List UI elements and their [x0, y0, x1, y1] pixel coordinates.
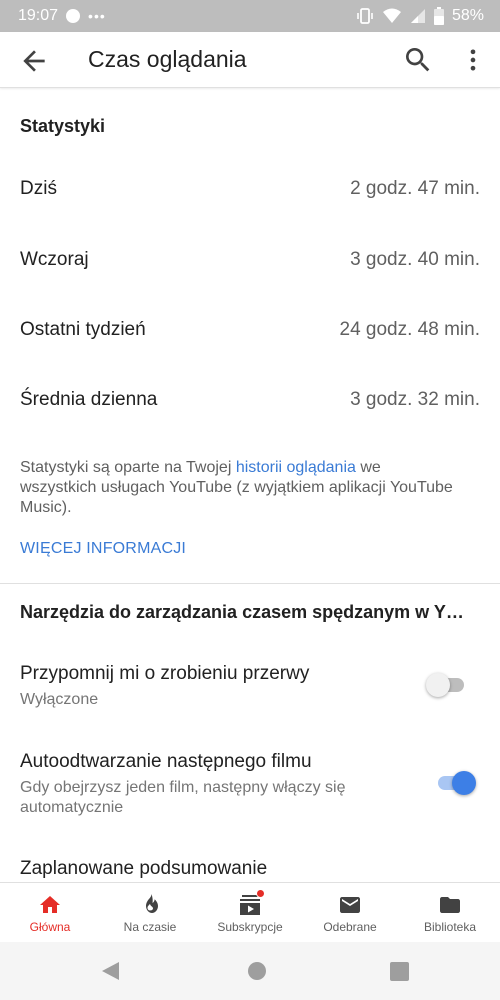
setting-subtitle: Gdy obejrzysz jeden film, następny włącz… [20, 779, 346, 816]
stat-value: 3 godz. 32 min. [350, 389, 480, 410]
folder-icon [440, 897, 460, 913]
section-divider [0, 583, 500, 584]
search-icon[interactable] [402, 44, 434, 76]
nav-item-inbox[interactable]: Odebrane [300, 883, 400, 942]
vibrate-icon [357, 8, 373, 24]
stat-label: Średnia dzienna [20, 389, 158, 410]
nav-item-library[interactable]: Biblioteka [400, 883, 500, 942]
nav-label: Subskrypcje [217, 920, 283, 934]
stat-value: 2 godz. 47 min. [350, 178, 480, 199]
system-recents-icon[interactable] [390, 962, 409, 981]
setting-break-reminder[interactable]: Przypomnij mi o zrobieniu przerwy Wyłącz… [0, 663, 500, 723]
home-icon [40, 896, 60, 913]
more-vert-icon[interactable] [459, 44, 487, 76]
battery-icon [433, 7, 444, 25]
watch-history-link[interactable]: historii oglądania [236, 459, 356, 476]
nav-item-trending[interactable]: Na czasie [100, 883, 200, 942]
setting-scheduled-digest[interactable]: Zaplanowane podsumowanie [0, 858, 500, 882]
system-navigation-bar [0, 942, 500, 1000]
stat-row-yesterday: Wczoraj 3 godz. 40 min. [0, 235, 500, 285]
setting-title: Przypomnij mi o zrobieniu przerwy [20, 663, 310, 684]
autoplay-toggle[interactable] [434, 770, 478, 796]
nav-label: Biblioteka [423, 920, 477, 934]
stats-info-text: Statystyki są oparte na Twojej historii … [20, 458, 460, 518]
bottom-navigation: Główna Na czasie Subskrypcje Odebrane Bi… [0, 882, 500, 942]
setting-autoplay[interactable]: Autoodtwarzanie następnego filmu Gdy obe… [0, 751, 500, 821]
arrow-back-icon[interactable] [18, 45, 50, 77]
flame-icon [146, 894, 158, 913]
setting-subtitle: Wyłączone [20, 691, 99, 708]
nav-label: Na czasie [123, 920, 177, 934]
notification-dots: ••• [88, 8, 106, 24]
more-info-link[interactable]: WIĘCEJ INFORMACJI [20, 540, 186, 558]
nav-item-subscriptions[interactable]: Subskrypcje [200, 883, 300, 942]
break-reminder-toggle[interactable] [426, 672, 470, 698]
compass-icon [66, 9, 81, 23]
subscriptions-badge [256, 889, 265, 898]
info-text-start: Statystyki są oparte na Twojej [20, 459, 236, 476]
stat-label: Dziś [20, 178, 57, 199]
stat-row-last-week: Ostatni tydzień 24 godz. 48 min. [0, 305, 500, 355]
stat-row-daily-average: Średnia dzienna 3 godz. 32 min. [0, 375, 500, 425]
setting-title: Autoodtwarzanie następnego filmu [20, 751, 312, 772]
stats-section-title: Statystyki [20, 116, 106, 136]
tools-section-title: Narzędzia do zarządzania czasem spędzany… [20, 602, 464, 622]
stat-value: 3 godz. 40 min. [350, 249, 480, 270]
nav-item-home[interactable]: Główna [0, 883, 100, 942]
setting-title: Zaplanowane podsumowanie [20, 858, 268, 879]
system-home-icon[interactable] [247, 961, 267, 981]
status-time: 19:07 [18, 7, 59, 24]
app-bar: Czas oglądania [0, 32, 500, 88]
signal-icon [410, 9, 425, 23]
nav-label: Odebrane [323, 920, 377, 934]
nav-label: Główna [29, 920, 71, 934]
stat-label: Ostatni tydzień [20, 319, 146, 340]
page-title: Czas oglądania [88, 46, 247, 72]
mail-icon [340, 897, 360, 913]
battery-level: 58% [451, 7, 484, 24]
system-back-icon[interactable] [100, 961, 120, 981]
toggle-thumb [452, 771, 476, 795]
wifi-icon [382, 8, 401, 23]
stat-row-today: Dziś 2 godz. 47 min. [0, 164, 500, 214]
toggle-thumb [426, 673, 450, 697]
stat-label: Wczoraj [20, 249, 89, 270]
status-bar: 19:07 ••• 58% [0, 0, 500, 32]
stat-value: 24 godz. 48 min. [339, 319, 480, 340]
